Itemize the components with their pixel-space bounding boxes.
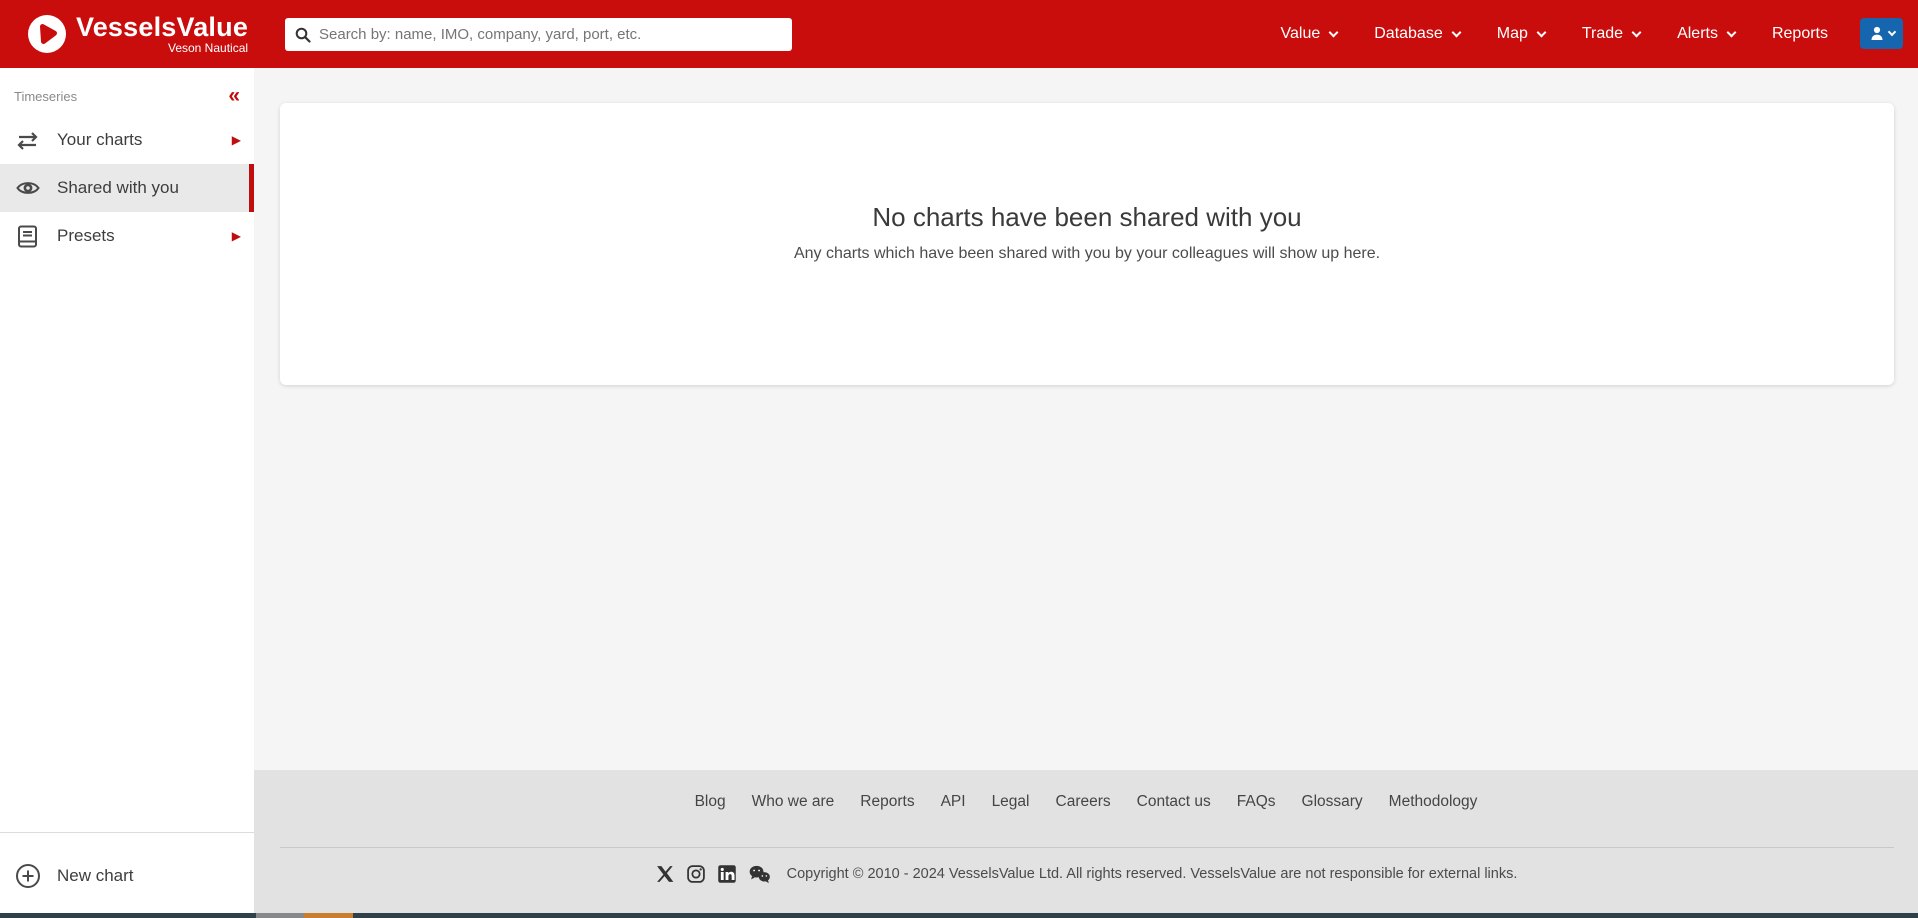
nav-label: Trade (1581, 25, 1624, 42)
book-icon (14, 224, 41, 249)
footer-divider (280, 847, 1894, 848)
footer-link-who-we-are[interactable]: Who we are (752, 793, 835, 811)
nav-label: Value (1280, 25, 1321, 42)
new-chart-label: New chart (57, 865, 134, 885)
footer-link-contact-us[interactable]: Contact us (1137, 793, 1211, 811)
page-footer: Blog Who we are Reports API Legal Career… (254, 770, 1918, 918)
nav-label: Database (1374, 25, 1443, 42)
user-icon (1871, 26, 1882, 40)
primary-nav: Value Database Map Trade Alerts Reports (1281, 0, 1829, 68)
chevron-down-icon (1536, 27, 1547, 37)
nav-item-trade[interactable]: Trade (1581, 25, 1642, 43)
nav-item-reports[interactable]: Reports (1772, 25, 1828, 43)
social-icons (655, 864, 771, 884)
new-chart-button[interactable]: New chart (0, 832, 254, 918)
chevron-down-icon (1328, 27, 1339, 37)
vesselsvalue-logo[interactable]: VesselsValue Veson Nautical (28, 13, 248, 55)
top-navigation-bar: VesselsValue Veson Nautical Value Databa… (0, 0, 1918, 68)
copyright-text: Copyright © 2010 - 2024 VesselsValue Ltd… (786, 866, 1518, 882)
sidebar-header: Timeseries « (0, 68, 254, 116)
empty-state-description: Any charts which have been shared with y… (793, 245, 1381, 262)
swap-arrows-icon (14, 128, 41, 153)
nav-item-value[interactable]: Value (1280, 25, 1339, 43)
eye-icon (14, 175, 41, 201)
sidebar-item-label: Your charts (57, 130, 143, 149)
logo-title: VesselsValue (76, 12, 249, 42)
shared-charts-empty-card: No charts have been shared with you Any … (280, 103, 1894, 385)
nav-item-map[interactable]: Map (1496, 25, 1547, 43)
sidebar-item-presets[interactable]: Presets ▶ (0, 212, 254, 260)
app: VesselsValue Veson Nautical Value Databa… (0, 0, 1918, 918)
x-icon[interactable] (655, 864, 675, 884)
user-menu-button[interactable] (1860, 18, 1903, 49)
bottom-strip-gray-segment (256, 913, 304, 918)
chevron-down-icon (1631, 27, 1642, 37)
global-search (285, 18, 792, 51)
bottom-edge-strip (0, 913, 1918, 918)
footer-link-legal[interactable]: Legal (992, 793, 1030, 811)
timeseries-sidebar: Timeseries « Your charts ▶ Shared with y… (0, 68, 254, 918)
content-area: No charts have been shared with you Any … (254, 68, 1918, 770)
chevron-down-icon (1887, 27, 1896, 36)
sidebar-item-your-charts[interactable]: Your charts ▶ (0, 116, 254, 164)
footer-link-glossary[interactable]: Glossary (1302, 793, 1363, 811)
footer-link-reports[interactable]: Reports (860, 793, 914, 811)
plus-circle-icon (14, 863, 41, 889)
footer-link-blog[interactable]: Blog (695, 793, 726, 811)
footer-link-careers[interactable]: Careers (1056, 793, 1111, 811)
logo-text: VesselsValue Veson Nautical (76, 13, 248, 55)
submenu-arrow-icon: ▶ (231, 133, 241, 147)
footer-link-methodology[interactable]: Methodology (1389, 793, 1478, 811)
footer-link-api[interactable]: API (941, 793, 966, 811)
wechat-icon[interactable] (748, 864, 771, 884)
search-icon (295, 27, 311, 43)
nav-label: Reports (1771, 25, 1828, 42)
nav-item-alerts[interactable]: Alerts (1677, 25, 1737, 43)
nav-label: Alerts (1677, 25, 1718, 42)
chevron-down-icon (1726, 27, 1737, 37)
search-input[interactable] (319, 26, 782, 43)
logo-subtitle: Veson Nautical (167, 41, 249, 55)
chevron-down-icon (1451, 27, 1462, 37)
copyright-row: Copyright © 2010 - 2024 VesselsValue Ltd… (254, 864, 1918, 884)
collapse-sidebar-icon[interactable]: « (228, 85, 240, 106)
submenu-arrow-icon: ▶ (231, 229, 241, 243)
sidebar-item-label: Shared with you (57, 178, 179, 197)
sidebar-item-shared-with-you[interactable]: Shared with you (0, 164, 254, 212)
sidebar-section-title: Timeseries (14, 88, 78, 104)
sidebar-item-label: Presets (57, 226, 115, 245)
main-area: No charts have been shared with you Any … (254, 68, 1918, 918)
linkedin-icon[interactable] (717, 864, 737, 884)
nav-label: Map (1496, 25, 1528, 42)
nav-item-database[interactable]: Database (1374, 25, 1462, 43)
empty-state-title: No charts have been shared with you (872, 202, 1302, 232)
instagram-icon[interactable] (686, 864, 706, 884)
bottom-strip-orange-segment (304, 913, 353, 918)
footer-links: Blog Who we are Reports API Legal Career… (254, 770, 1918, 811)
logo-play-icon (28, 15, 66, 53)
footer-link-faqs[interactable]: FAQs (1237, 793, 1276, 811)
